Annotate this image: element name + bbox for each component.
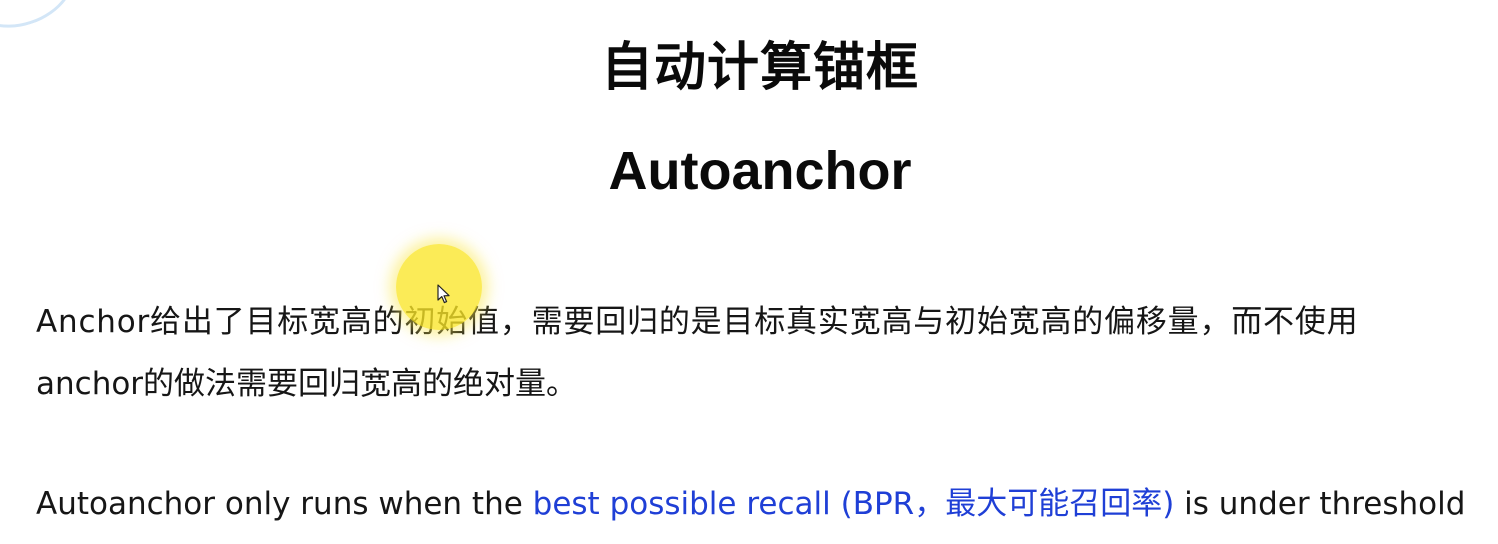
autoanchor-english-paragraph: Autoanchor only runs when the best possi… (36, 476, 1486, 532)
paragraph-line-1: Anchor给出了目标宽高的初始值，需要回归的是目标真实宽高与初始宽高的偏移量，… (36, 304, 1359, 340)
paragraph-en-suffix: is under threshold (1174, 486, 1466, 522)
page-title-chinese: 自动计算锚框 (600, 38, 919, 98)
mouse-pointer-icon (437, 284, 450, 304)
anchor-description-paragraph: Anchor给出了目标宽高的初始值，需要回归的是目标真实宽高与初始宽高的偏移量，… (36, 291, 1476, 415)
bpr-link[interactable]: best possible recall (BPR，最大可能召回率) (533, 486, 1175, 522)
paragraph-line-2: anchor的做法需要回归宽高的绝对量。 (36, 366, 578, 402)
paragraph-en-prefix: Autoanchor only runs when the (36, 486, 533, 522)
page-title-english: Autoanchor (608, 141, 912, 201)
